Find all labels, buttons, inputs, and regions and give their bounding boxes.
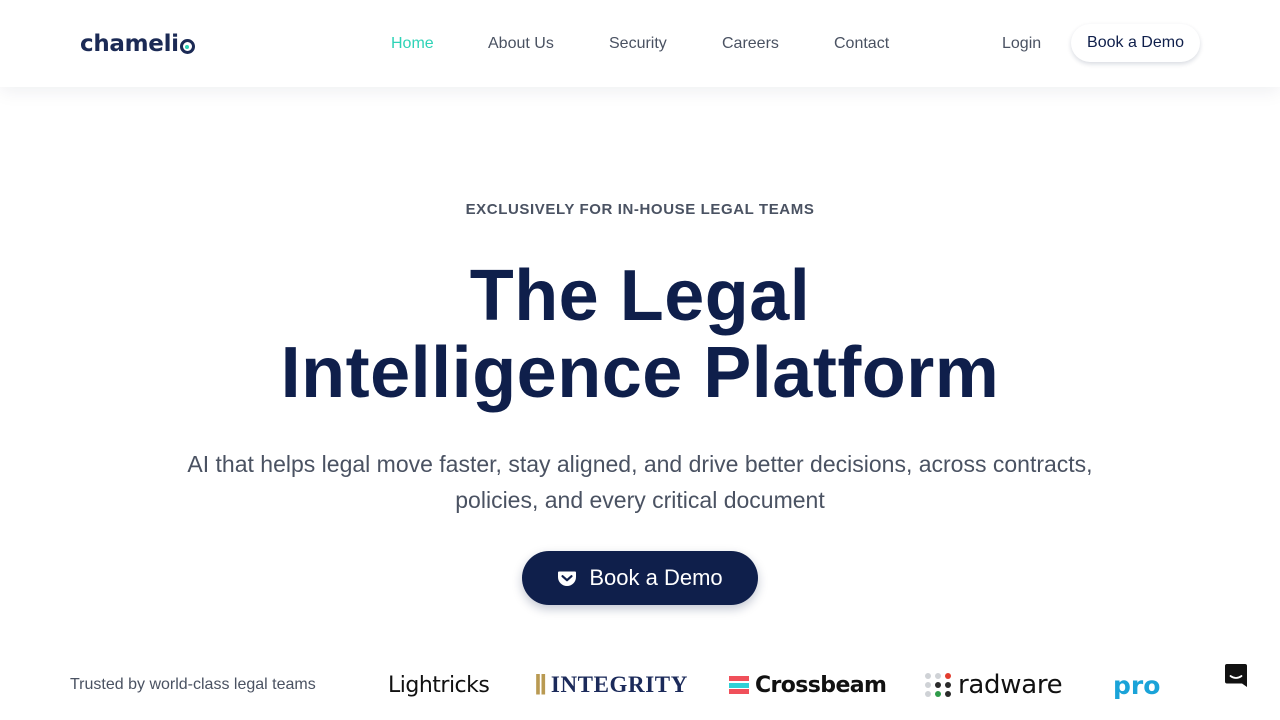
trusted-by-label: Trusted by world-class legal teams xyxy=(70,676,316,693)
customer-logos-strip: Lightricks Ⅱ INTEGRITY Crossbeam radware… xyxy=(383,660,1160,710)
pocket-icon xyxy=(558,571,577,586)
hero-book-demo-button[interactable]: Book a Demo xyxy=(522,551,758,605)
crossbeam-mark-icon xyxy=(729,676,749,694)
nav-link-about-us[interactable]: About Us xyxy=(488,33,554,55)
top-navbar: chameli Home About Us Security Careers C… xyxy=(0,0,1280,87)
proto-wordmark: prot xyxy=(1113,670,1160,700)
nav-book-demo-button[interactable]: Book a Demo xyxy=(1071,24,1200,62)
nav-link-home[interactable]: Home xyxy=(391,33,434,55)
hero-subheading: AI that helps legal move faster, stay al… xyxy=(187,451,1093,513)
integrity-wordmark: INTEGRITY xyxy=(550,672,688,697)
nav-book-demo-label: Book a Demo xyxy=(1087,34,1184,51)
hero-book-demo-label: Book a Demo xyxy=(589,565,723,590)
lightricks-logo: Lightricks xyxy=(388,660,490,710)
radware-logo: radware xyxy=(925,660,1063,710)
hero-eyebrow: EXCLUSIVELY FOR IN-HOUSE LEGAL TEAMS xyxy=(465,201,815,218)
lightricks-wordmark: Lightricks xyxy=(388,672,490,698)
hero-headline-line1: The Legal xyxy=(469,256,811,336)
hero-headline: The Legal Intelligence Platform xyxy=(0,258,1280,412)
nav-link-contact[interactable]: Contact xyxy=(834,33,889,55)
proto-logo: prot xyxy=(1113,660,1160,710)
radware-wordmark: radware xyxy=(958,670,1063,700)
integrity-logo: Ⅱ INTEGRITY xyxy=(534,660,688,710)
radware-dots-icon xyxy=(925,673,952,697)
nav-link-careers[interactable]: Careers xyxy=(722,33,779,55)
integrity-mark-icon: Ⅱ xyxy=(534,669,548,700)
chat-launcher-button[interactable] xyxy=(1224,663,1248,689)
hero-headline-line2: Intelligence Platform xyxy=(280,333,1000,413)
login-link[interactable]: Login xyxy=(1002,33,1041,55)
crossbeam-wordmark: Crossbeam xyxy=(755,672,887,698)
crossbeam-logo: Crossbeam xyxy=(729,660,887,710)
chat-icon xyxy=(1225,664,1247,687)
nav-link-security[interactable]: Security xyxy=(609,33,667,55)
